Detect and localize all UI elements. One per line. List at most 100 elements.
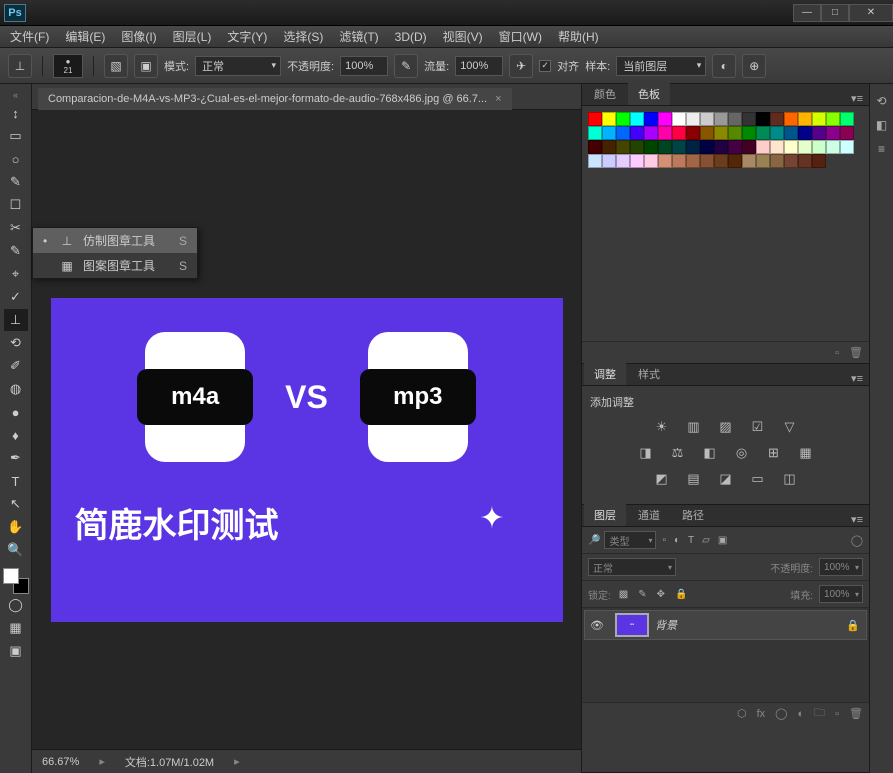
layer-thumbnail[interactable]: ▪▪	[615, 613, 649, 637]
tool-preset-icon[interactable]: ⊥	[8, 54, 32, 78]
swatch[interactable]	[588, 154, 602, 168]
swatch[interactable]	[658, 140, 672, 154]
tab-styles[interactable]: 样式	[628, 363, 670, 385]
swatch[interactable]	[728, 154, 742, 168]
tool-button[interactable]: ✎	[4, 171, 28, 193]
hue-icon[interactable]: ◨	[636, 444, 656, 462]
char-icon[interactable]: ≡	[873, 140, 891, 158]
panel-menu-icon[interactable]: ▾≡	[845, 513, 869, 526]
tab-close-icon[interactable]: ×	[495, 93, 501, 105]
swatch[interactable]	[644, 126, 658, 140]
menu-item[interactable]: 图像(I)	[113, 25, 164, 48]
fill-layer-icon[interactable]: ◐	[797, 708, 804, 720]
tool-button[interactable]: ♦	[4, 424, 28, 446]
swatch[interactable]	[630, 112, 644, 126]
menu-item[interactable]: 滤镜(T)	[331, 25, 386, 48]
tool-button[interactable]: ⊥	[4, 309, 28, 331]
tool-button[interactable]: ⟲	[4, 332, 28, 354]
lock-trans-icon[interactable]: ▩	[619, 589, 628, 600]
swatch[interactable]	[644, 112, 658, 126]
tool-button[interactable]: T	[4, 470, 28, 492]
photo-filter-icon[interactable]: ◎	[732, 444, 752, 462]
mask-icon[interactable]: ◯	[775, 707, 787, 720]
swatch[interactable]	[840, 140, 854, 154]
tab-adjustments[interactable]: 调整	[584, 363, 626, 385]
menu-item[interactable]: 窗口(W)	[491, 25, 550, 48]
opacity-input[interactable]: 100%	[340, 56, 388, 76]
swatch[interactable]	[756, 154, 770, 168]
fx-icon[interactable]: fx	[757, 708, 766, 720]
tool-button[interactable]: ●	[4, 401, 28, 423]
swatch[interactable]	[784, 112, 798, 126]
tool-button[interactable]: ✐	[4, 355, 28, 377]
filter-kind-select[interactable]: 类型	[604, 531, 656, 549]
fill-input[interactable]: 100%	[819, 585, 863, 603]
swatch[interactable]	[784, 154, 798, 168]
panel-menu-icon[interactable]: ▾≡	[845, 372, 869, 385]
mode-select[interactable]: 正常	[195, 56, 281, 76]
balance-icon[interactable]: ⚖	[668, 444, 688, 462]
history-icon[interactable]: ⟲	[873, 92, 891, 110]
bw-icon[interactable]: ◧	[700, 444, 720, 462]
swatch[interactable]	[742, 154, 756, 168]
threshold-icon[interactable]: ◪	[716, 470, 736, 488]
swatch[interactable]	[714, 112, 728, 126]
swatch[interactable]	[784, 140, 798, 154]
swatch[interactable]	[742, 140, 756, 154]
properties-icon[interactable]: ◧	[873, 116, 891, 134]
swatch[interactable]	[812, 112, 826, 126]
swatch[interactable]	[658, 126, 672, 140]
filter-smart-icon[interactable]: ▣	[718, 535, 727, 546]
swatch[interactable]	[798, 126, 812, 140]
blend-mode-select[interactable]: 正常	[588, 558, 676, 576]
swatch[interactable]	[840, 126, 854, 140]
ignore-adjust-icon[interactable]: ◐	[712, 54, 736, 78]
swatch[interactable]	[826, 112, 840, 126]
swatch[interactable]	[644, 154, 658, 168]
swatch[interactable]	[728, 140, 742, 154]
tab-channels[interactable]: 通道	[628, 504, 670, 526]
tool-button[interactable]: ⌖	[4, 263, 28, 285]
levels-icon[interactable]: ▥	[684, 418, 704, 436]
tool-extra[interactable]: ◯	[4, 594, 28, 616]
swatch[interactable]	[770, 154, 784, 168]
swatch[interactable]	[770, 126, 784, 140]
lock-all-icon[interactable]: 🔒	[675, 589, 687, 600]
swatch[interactable]	[658, 154, 672, 168]
swatch[interactable]	[798, 140, 812, 154]
tool-button[interactable]: ✋	[4, 516, 28, 538]
invert-icon[interactable]: ◩	[652, 470, 672, 488]
tool-button[interactable]: ↕	[4, 102, 28, 124]
aligned-checkbox[interactable]: ✓	[539, 60, 551, 72]
swatch[interactable]	[756, 112, 770, 126]
group-icon[interactable]: 🗀	[814, 704, 825, 723]
filter-toggle[interactable]: ◯	[851, 534, 863, 547]
swatch[interactable]	[812, 154, 826, 168]
toggle-brush-panel-icon[interactable]: ▧	[104, 54, 128, 78]
swatch[interactable]	[812, 126, 826, 140]
curves-icon[interactable]: ▨	[716, 418, 736, 436]
swatch[interactable]	[700, 140, 714, 154]
swatch[interactable]	[602, 154, 616, 168]
flyout-item[interactable]: ▦图案图章工具S	[33, 253, 197, 278]
exposure-icon[interactable]: ☑	[748, 418, 768, 436]
tool-button[interactable]: ☐	[4, 194, 28, 216]
tool-button[interactable]: 🔍	[4, 539, 28, 561]
flow-input[interactable]: 100%	[455, 56, 503, 76]
swatch[interactable]	[714, 154, 728, 168]
panel-menu-icon[interactable]: ▾≡	[845, 92, 869, 105]
tab-paths[interactable]: 路径	[672, 504, 714, 526]
swatch[interactable]	[672, 154, 686, 168]
swatch[interactable]	[826, 126, 840, 140]
lookup-icon[interactable]: ▦	[796, 444, 816, 462]
swatch[interactable]	[658, 112, 672, 126]
menu-item[interactable]: 文字(Y)	[219, 25, 275, 48]
delete-swatch-icon[interactable]: 🗑	[849, 346, 863, 359]
swatch[interactable]	[756, 140, 770, 154]
posterize-icon[interactable]: ▤	[684, 470, 704, 488]
menu-item[interactable]: 3D(D)	[387, 27, 435, 47]
menu-item[interactable]: 帮助(H)	[550, 25, 607, 48]
swatch[interactable]	[742, 112, 756, 126]
foreground-background[interactable]	[3, 568, 29, 594]
swatch[interactable]	[602, 140, 616, 154]
